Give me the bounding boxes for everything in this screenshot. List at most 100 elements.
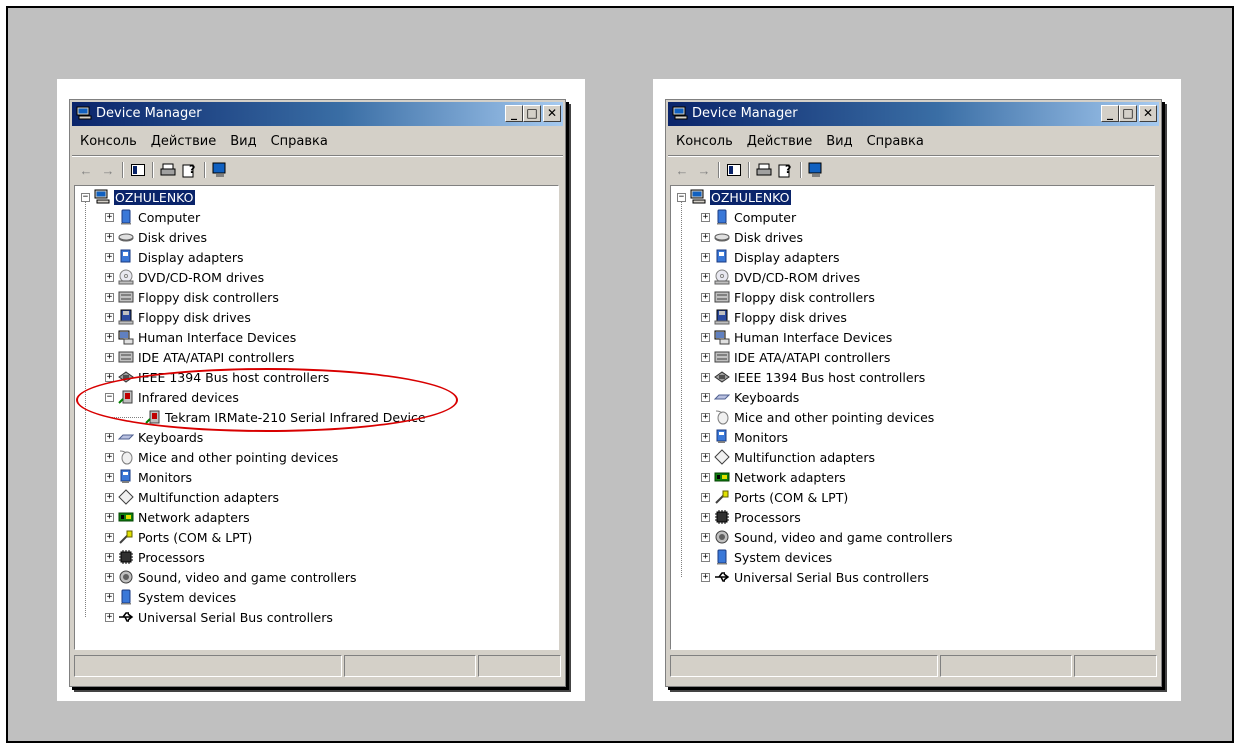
forward-arrow-icon[interactable]: → [696,162,712,178]
tree-item-keyboards[interactable]: + Keyboards [105,428,203,446]
tree-item-ieee-1394-bus-host-controllers[interactable]: + IEEE 1394 Bus host controllers [701,368,925,386]
expand-toggle[interactable]: + [105,612,114,622]
menu-console[interactable]: Консоль [80,134,137,149]
tree-root[interactable]: − OZHULENKO [81,188,195,206]
expand-toggle[interactable]: + [105,492,114,502]
expand-toggle[interactable]: + [105,312,114,322]
expand-toggle[interactable]: + [105,432,114,442]
tree-item-dvd-cd-rom-drives[interactable]: + DVD/CD-ROM drives [105,268,264,286]
expand-toggle[interactable]: + [701,412,710,422]
expand-toggle[interactable]: + [105,592,114,602]
scan-hardware-icon[interactable] [212,162,228,178]
close-button[interactable]: ✕ [1139,105,1157,122]
forward-arrow-icon[interactable]: → [100,162,116,178]
expand-toggle[interactable]: + [701,332,710,342]
tree-item-monitors[interactable]: + Monitors [701,428,788,446]
menu-view[interactable]: Вид [826,134,852,149]
tree-item-system-devices[interactable]: + System devices [701,548,832,566]
tree-item-network-adapters[interactable]: + Network adapters [701,468,846,486]
tree-item-disk-drives[interactable]: + Disk drives [105,228,207,246]
expand-toggle[interactable]: + [105,472,114,482]
tree-item-mice-and-other-pointing-devices[interactable]: + Mice and other pointing devices [701,408,934,426]
expand-toggle[interactable]: + [105,232,114,242]
tree-item-floppy-disk-drives[interactable]: + Floppy disk drives [701,308,847,326]
tree-item-system-devices[interactable]: + System devices [105,588,236,606]
expand-toggle[interactable]: + [701,312,710,322]
tree-item-human-interface-devices[interactable]: + Human Interface Devices [701,328,892,346]
menu-action[interactable]: Действие [747,134,812,149]
expand-toggle[interactable]: + [105,512,114,522]
scan-hardware-icon[interactable] [808,162,824,178]
expand-toggle[interactable]: + [701,292,710,302]
expand-toggle[interactable]: + [701,232,710,242]
expand-toggle[interactable]: + [701,452,710,462]
expand-toggle[interactable]: + [701,532,710,542]
tree-item-human-interface-devices[interactable]: + Human Interface Devices [105,328,296,346]
expand-toggle[interactable]: + [105,352,114,362]
expand-toggle[interactable]: + [701,512,710,522]
maximize-button[interactable]: □ [523,105,541,122]
menu-console[interactable]: Консоль [676,134,733,149]
expand-toggle[interactable]: + [701,392,710,402]
properties-help-icon[interactable]: ? [778,162,794,178]
print-icon[interactable] [756,162,772,178]
tree-item-multifunction-adapters[interactable]: + Multifunction adapters [701,448,875,466]
expand-toggle[interactable]: + [701,352,710,362]
menu-help[interactable]: Справка [271,134,328,149]
tree-item-monitors[interactable]: + Monitors [105,468,192,486]
menu-action[interactable]: Действие [151,134,216,149]
show-hide-tree-icon[interactable] [726,162,742,178]
expand-toggle[interactable]: + [105,292,114,302]
tree-item-ide-ata-atapi-controllers[interactable]: + IDE ATA/ATAPI controllers [701,348,890,366]
tree-item-sound-video-and-game-controllers[interactable]: + Sound, video and game controllers [105,568,357,586]
maximize-button[interactable]: □ [1119,105,1137,122]
expand-toggle[interactable]: + [701,492,710,502]
back-arrow-icon[interactable]: ← [674,162,690,178]
menu-help[interactable]: Справка [867,134,924,149]
expand-toggle[interactable]: + [105,452,114,462]
close-button[interactable]: ✕ [543,105,561,122]
tree-root[interactable]: − OZHULENKO [677,188,791,206]
expand-toggle[interactable]: + [105,332,114,342]
tree-item-floppy-disk-controllers[interactable]: + Floppy disk controllers [105,288,279,306]
tree-item-ports-com-lpt[interactable]: + Ports (COM & LPT) [105,528,252,546]
tree-item-floppy-disk-drives[interactable]: + Floppy disk drives [105,308,251,326]
expand-toggle[interactable]: + [701,552,710,562]
title-bar[interactable]: Device Manager _ □ ✕ [72,102,563,126]
tree-item-sound-video-and-game-controllers[interactable]: + Sound, video and game controllers [701,528,953,546]
expand-toggle[interactable]: + [701,472,710,482]
tree-item-multifunction-adapters[interactable]: + Multifunction adapters [105,488,279,506]
show-hide-tree-icon[interactable] [130,162,146,178]
tree-item-universal-serial-bus-controllers[interactable]: + Universal Serial Bus controllers [105,608,333,626]
title-bar[interactable]: Device Manager _ □ ✕ [668,102,1159,126]
expand-toggle[interactable]: + [701,272,710,282]
properties-help-icon[interactable]: ? [182,162,198,178]
tree-item-ide-ata-atapi-controllers[interactable]: + IDE ATA/ATAPI controllers [105,348,294,366]
expand-toggle[interactable]: + [701,212,710,222]
expand-toggle[interactable]: + [701,252,710,262]
collapse-toggle[interactable]: − [677,192,686,202]
tree-item-network-adapters[interactable]: + Network adapters [105,508,250,526]
tree-item-processors[interactable]: + Processors [105,548,205,566]
expand-toggle[interactable]: + [701,432,710,442]
tree-item-computer[interactable]: + Computer [701,208,796,226]
back-arrow-icon[interactable]: ← [78,162,94,178]
tree-item-mice-and-other-pointing-devices[interactable]: + Mice and other pointing devices [105,448,338,466]
print-icon[interactable] [160,162,176,178]
expand-toggle[interactable]: + [105,572,114,582]
expand-toggle[interactable]: + [105,212,114,222]
expand-toggle[interactable]: + [105,252,114,262]
tree-item-display-adapters[interactable]: + Display adapters [105,248,243,266]
minimize-button[interactable]: _ [1101,105,1119,122]
tree-item-display-adapters[interactable]: + Display adapters [701,248,839,266]
expand-toggle[interactable]: + [105,272,114,282]
tree-item-processors[interactable]: + Processors [701,508,801,526]
minimize-button[interactable]: _ [505,105,523,122]
tree-item-computer[interactable]: + Computer [105,208,200,226]
menu-view[interactable]: Вид [230,134,256,149]
expand-toggle[interactable]: + [105,552,114,562]
tree-item-keyboards[interactable]: + Keyboards [701,388,799,406]
tree-item-disk-drives[interactable]: + Disk drives [701,228,803,246]
expand-toggle[interactable]: + [701,372,710,382]
expand-toggle[interactable]: + [701,572,710,582]
